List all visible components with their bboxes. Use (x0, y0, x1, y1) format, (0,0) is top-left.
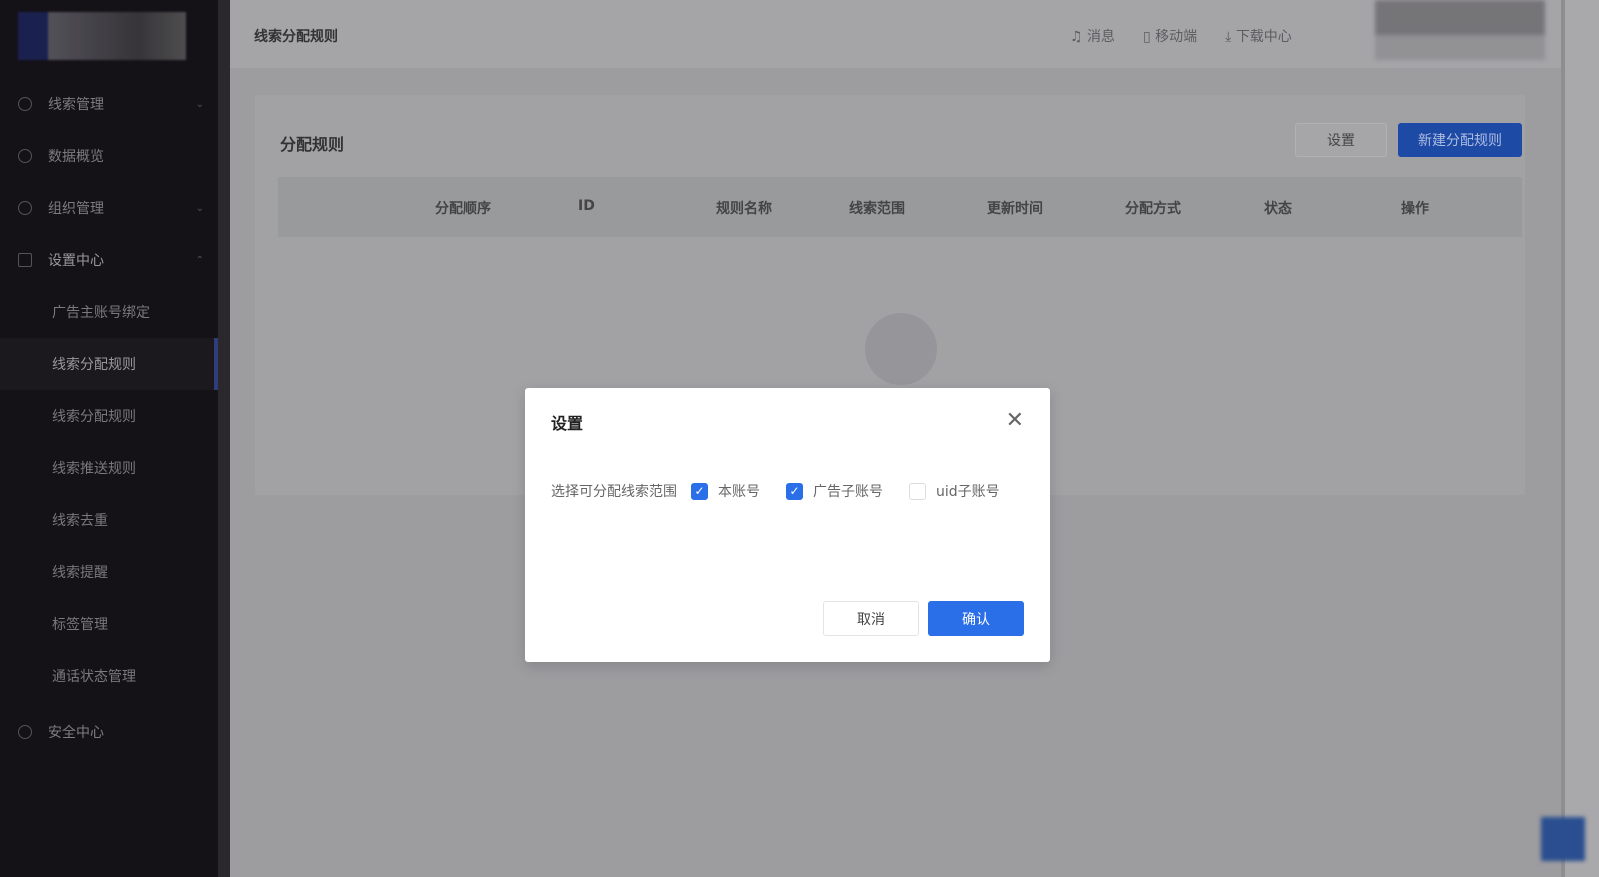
settings-modal: 设置 ✕ 选择可分配线索范围 ✓ 本账号 ✓ 广告子账号 uid子账号 取消 确认 (525, 388, 1050, 662)
logo (18, 12, 186, 60)
messages-link[interactable]: ♫ 消息 (1070, 26, 1115, 46)
nav-org[interactable]: 组织管理 ⌄ (0, 182, 218, 234)
checkbox-checked-icon: ✓ (691, 482, 708, 500)
sub-item[interactable]: 广告主账号绑定 (0, 286, 218, 338)
new-rule-button[interactable]: 新建分配规则 (1398, 123, 1522, 157)
user-avatar[interactable] (1375, 0, 1545, 60)
sidebar-divider (218, 0, 230, 877)
sub-item[interactable]: 标签管理 (0, 598, 218, 650)
card-title: 分配规则 (280, 135, 345, 154)
mobile-link[interactable]: ▯ 移动端 (1143, 26, 1197, 46)
checkbox-uid-sub-account[interactable]: uid子账号 (909, 481, 1000, 501)
chevron-down-icon: ⌄ (195, 98, 204, 110)
page-title: 线索分配规则 (254, 29, 338, 45)
nav-label: 安全中心 (48, 725, 104, 741)
scrollbar[interactable] (1561, 0, 1599, 877)
phone-icon: ▯ (1143, 29, 1156, 45)
download-link[interactable]: ⤓ 下载中心 (1225, 26, 1292, 46)
checkbox-ad-sub-account[interactable]: ✓ 广告子账号 (786, 481, 883, 501)
help-float-button[interactable] (1541, 817, 1585, 861)
cancel-button[interactable]: 取消 (823, 601, 919, 636)
link-label: 下载中心 (1235, 29, 1292, 45)
org-icon (18, 201, 32, 215)
col-header: 状态 (1264, 201, 1292, 217)
download-icon: ⤓ (1225, 29, 1236, 45)
data-icon (18, 149, 32, 163)
col-header: 分配方式 (1125, 201, 1181, 217)
confirm-button[interactable]: 确认 (928, 601, 1024, 636)
col-header: ID (578, 198, 595, 214)
nav-label: 数据概览 (48, 149, 104, 165)
nav-security[interactable]: 安全中心 (0, 706, 218, 758)
sub-item-active[interactable]: 线索分配规则 (0, 338, 218, 390)
col-header: 规则名称 (716, 201, 772, 217)
shield-icon (18, 725, 32, 739)
col-header: 更新时间 (987, 201, 1043, 217)
sub-item[interactable]: 线索分配规则 (0, 390, 218, 442)
checkbox-label: uid子账号 (936, 484, 1000, 500)
checkbox-own-account[interactable]: ✓ 本账号 (691, 481, 760, 501)
nav-label: 线索管理 (48, 97, 104, 113)
sub-item[interactable]: 线索去重 (0, 494, 218, 546)
leads-icon (18, 97, 32, 111)
checkbox-label: 本账号 (718, 484, 760, 500)
checkbox-label: 广告子账号 (813, 484, 883, 500)
close-icon[interactable]: ✕ (1006, 408, 1024, 433)
link-label: 消息 (1087, 29, 1116, 45)
col-header: 分配顺序 (435, 201, 491, 217)
chevron-up-icon: ⌃ (195, 254, 204, 266)
table-header: 分配顺序 ID 规则名称 线索范围 更新时间 分配方式 状态 操作 (278, 177, 1522, 237)
link-label: 移动端 (1155, 29, 1198, 45)
sidebar: 线索管理 ⌄ 数据概览 组织管理 ⌄ 设置中心 ⌃ 广告主账号绑定 线索分配规则 线索… (0, 0, 218, 877)
bell-icon: ♫ (1070, 29, 1088, 45)
nav-leads[interactable]: 线索管理 ⌄ (0, 78, 218, 130)
nav-data[interactable]: 数据概览 (0, 130, 218, 182)
sub-item[interactable]: 线索推送规则 (0, 442, 218, 494)
nav-settings[interactable]: 设置中心 ⌃ (0, 234, 218, 286)
col-header: 操作 (1401, 201, 1429, 217)
col-header: 线索范围 (849, 201, 905, 217)
chevron-down-icon: ⌄ (195, 202, 204, 214)
nav-label: 设置中心 (48, 253, 104, 269)
empty-state-icon (865, 313, 937, 385)
settings-icon (18, 253, 32, 267)
settings-button[interactable]: 设置 (1295, 123, 1387, 157)
modal-title: 设置 (551, 414, 584, 433)
sub-item[interactable]: 线索提醒 (0, 546, 218, 598)
checkbox-checked-icon: ✓ (786, 482, 803, 500)
sub-item[interactable]: 通话状态管理 (0, 650, 218, 702)
topbar: 线索分配规则 ♫ 消息 ▯ 移动端 ⤓ 下载中心 (230, 0, 1599, 68)
nav-label: 组织管理 (48, 201, 104, 217)
field-label: 选择可分配线索范围 (551, 484, 677, 500)
checkbox-unchecked-icon (909, 482, 926, 500)
